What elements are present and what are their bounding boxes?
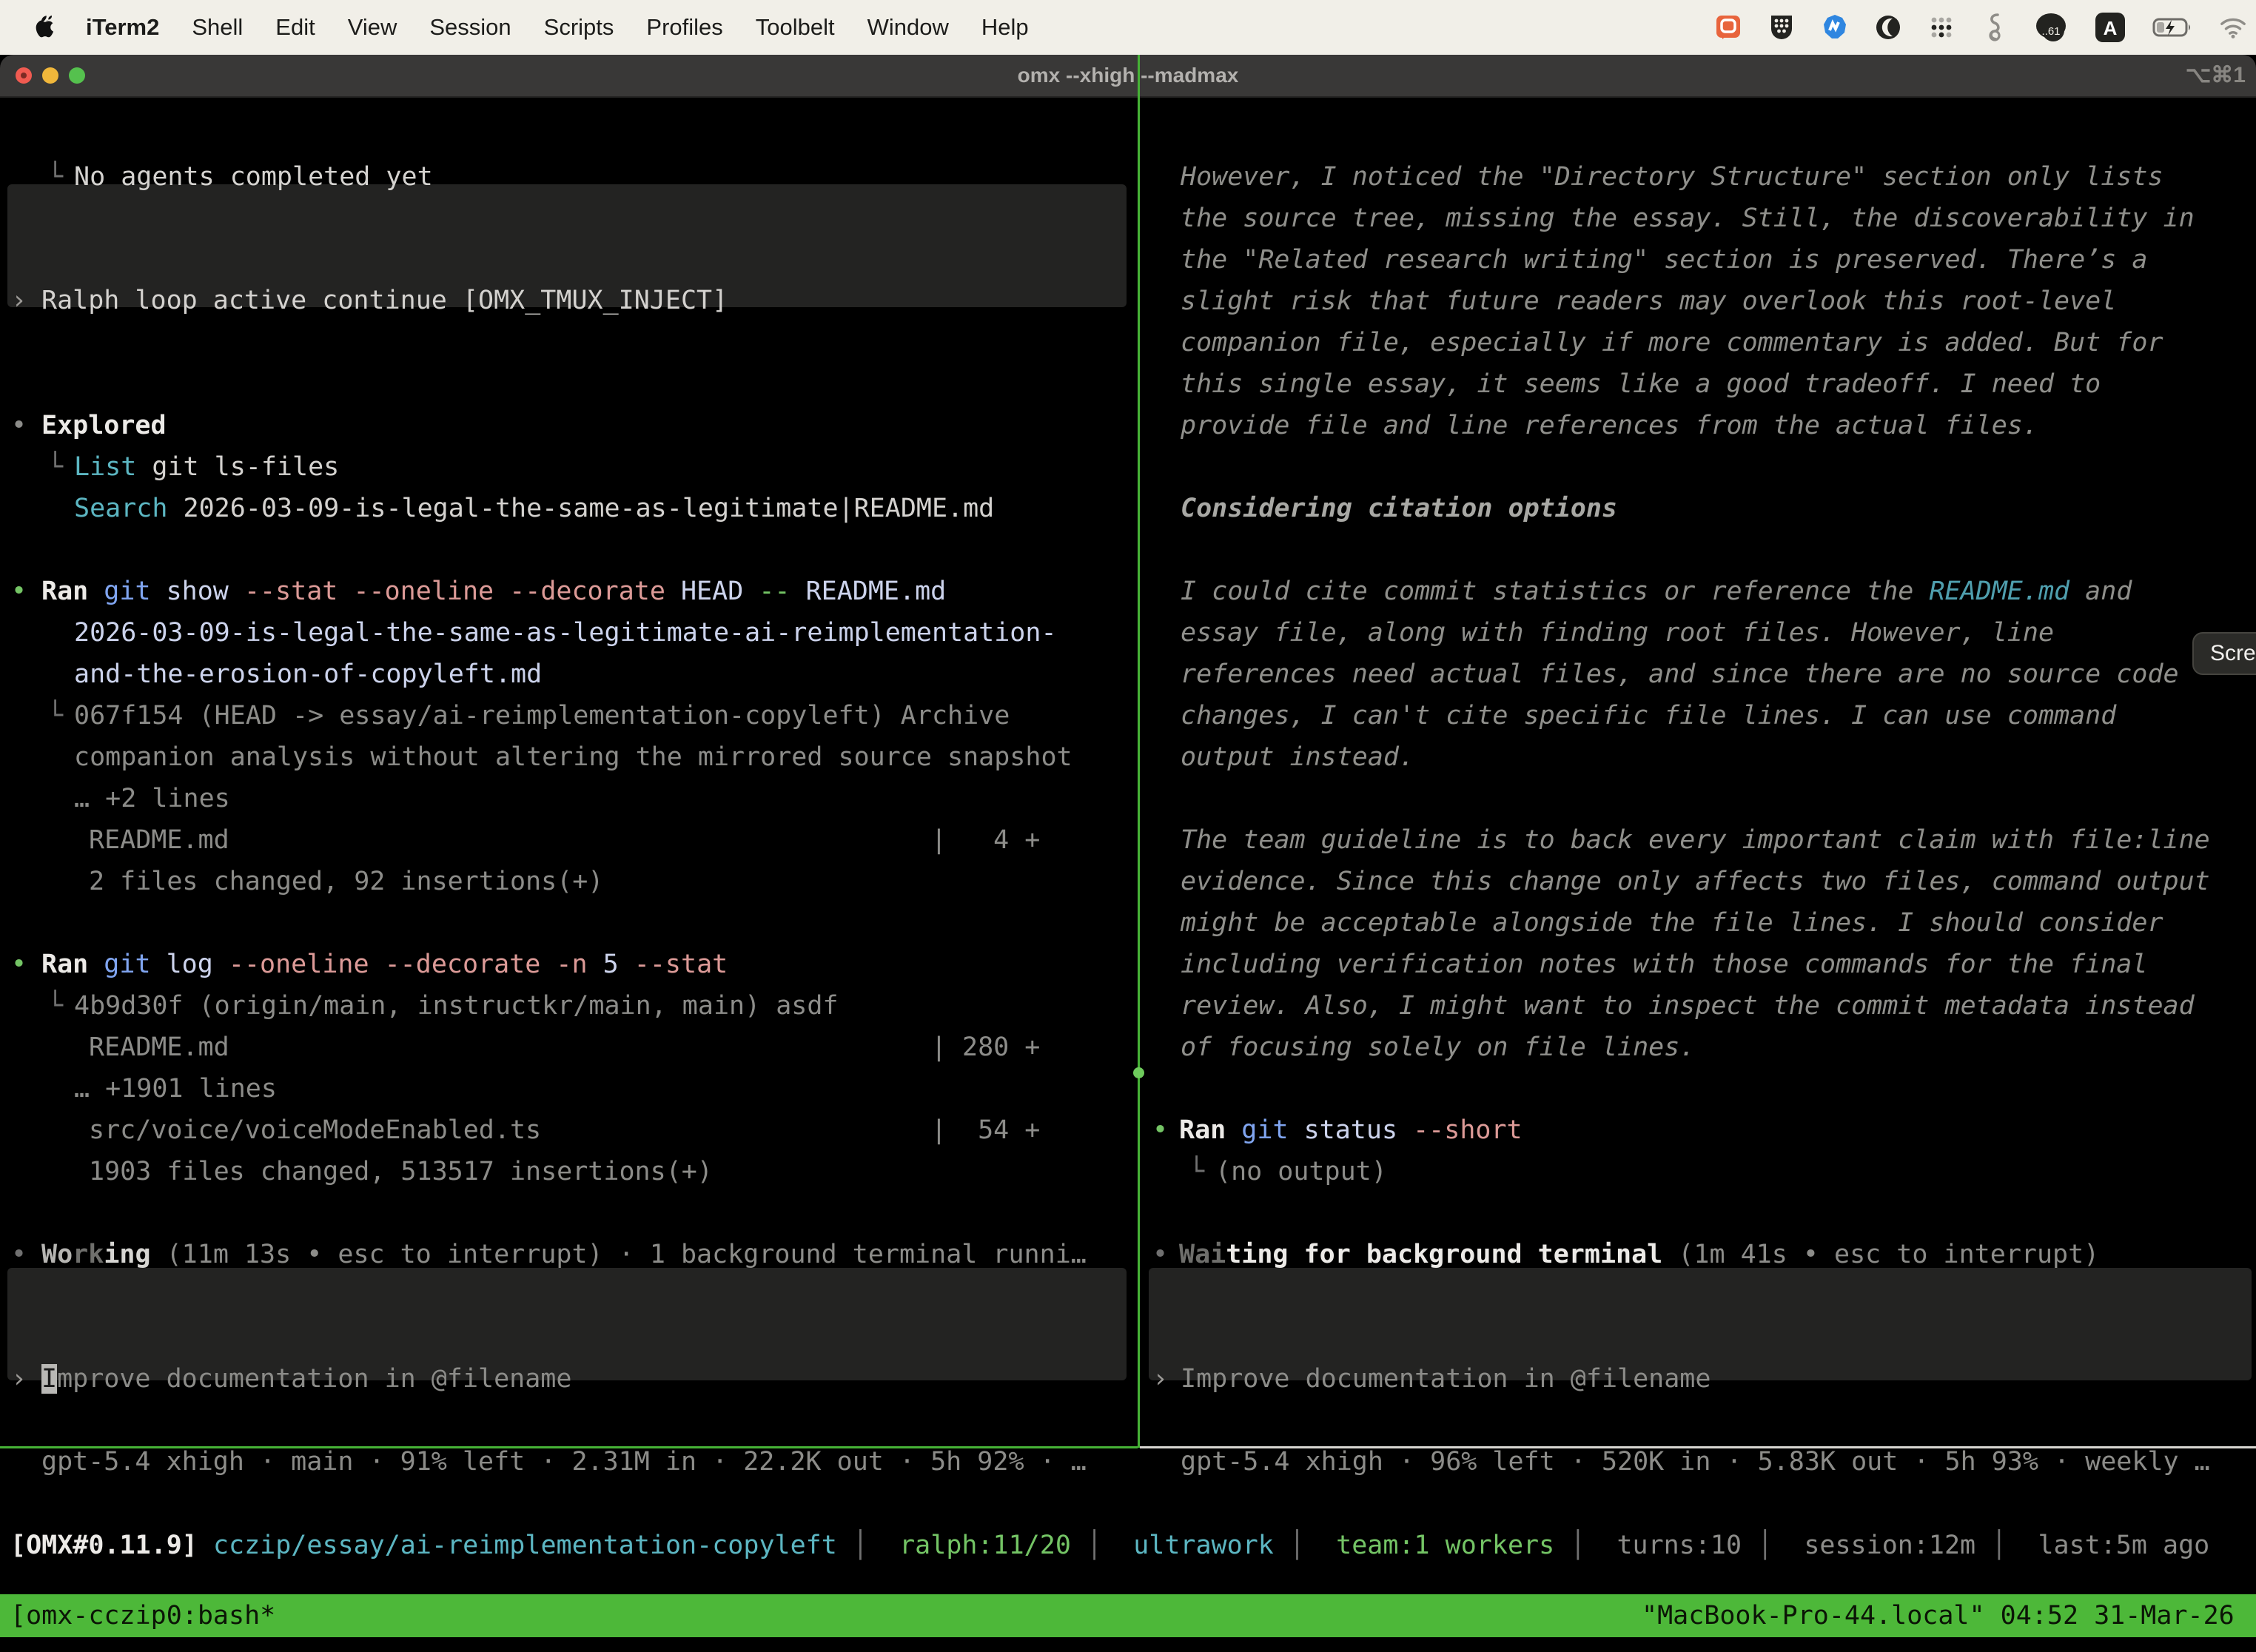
bullet-icon: • (1152, 1114, 1168, 1146)
menu-item-scripts[interactable]: Scripts (544, 14, 614, 41)
waiting-status-line: • Waiting for background terminal (1m 41s… (0, 1238, 2256, 1271)
command-output-line: └ (no output) (0, 1155, 2256, 1188)
screen-tooltip[interactable]: Scre (2192, 632, 2256, 675)
line-text: Ran git status --short (1179, 1114, 1523, 1146)
line-text: I could cite commit statistics or refere… (1181, 575, 2132, 608)
line-text: including verification notes with those … (1181, 948, 2147, 981)
reasoning-text: the "Related research writing" section i… (0, 244, 2256, 276)
line-text: the source tree, missing the essay. Stil… (1181, 202, 2195, 235)
letter-a-icon[interactable]: A (2093, 13, 2127, 41)
bullet-icon: • (1152, 1238, 1168, 1271)
menu-item-window[interactable]: Window (867, 14, 949, 41)
menu-item-profiles[interactable]: Profiles (646, 14, 722, 41)
line-text: "MacBook-Pro-44.local" 04:52 31-Mar-26 (1642, 1599, 2235, 1632)
chat-bubble-icon[interactable] (1714, 13, 1742, 41)
dots-grid-icon[interactable] (1927, 13, 1955, 41)
apple-menu-icon[interactable] (34, 14, 56, 41)
keypad-shield-icon[interactable] (1767, 13, 1796, 41)
line-text: evidence. Since this change only affects… (1181, 865, 2210, 898)
crescent-circle-icon[interactable] (1874, 13, 1902, 41)
reasoning-text: changes, I can't cite specific file line… (0, 699, 2256, 732)
line-text: Improve documentation in @filename (1181, 1363, 1711, 1395)
tree-connector-icon: └ (47, 451, 63, 483)
prompt-input-line[interactable]: › Improve documentation in @filename (0, 1363, 2256, 1395)
tmux-host-clock: "MacBook-Pro-44.local" 04:52 31-Mar-26 (0, 1599, 2256, 1632)
line-text: Considering citation options (1181, 492, 1617, 525)
macos-menu-bar: iTerm2 Shell Edit View Session Scripts P… (0, 0, 2256, 55)
line-text: provide file and line references from th… (1181, 409, 2038, 442)
elided-lines: … +1901 lines (0, 1072, 2256, 1105)
model-status-line: gpt-5.4 xhigh · 96% left · 520K in · 5.8… (0, 1446, 2256, 1478)
explored-list-line: └ List git ls-files (0, 451, 2256, 483)
reasoning-text: of focusing solely on file lines. (0, 1031, 2256, 1064)
reasoning-text: However, I noticed the "Directory Struct… (0, 161, 2256, 193)
reasoning-text: The team guideline is to back every impo… (0, 824, 2256, 856)
reasoning-text: I could cite commit statistics or refere… (0, 575, 2256, 608)
menu-item-iterm2[interactable]: iTerm2 (86, 14, 159, 41)
battery-icon[interactable] (2152, 13, 2194, 41)
reasoning-text: including verification notes with those … (0, 948, 2256, 981)
svg-text:A: A (2104, 17, 2118, 39)
reasoning-text: slight risk that future readers may over… (0, 285, 2256, 318)
menu-item-toolbelt[interactable]: Toolbelt (756, 14, 835, 41)
reasoning-text: output instead. (0, 741, 2256, 773)
line-text: slight risk that future readers may over… (1181, 285, 2116, 318)
menu-item-session[interactable]: Session (429, 14, 511, 41)
line-text: changes, I can't cite specific file line… (1181, 699, 2116, 732)
line-text: (no output) (1215, 1155, 1387, 1188)
line-text: gpt-5.4 xhigh · 96% left · 520K in · 5.8… (1181, 1446, 2210, 1478)
line-text: … +1901 lines (74, 1072, 277, 1105)
reasoning-text: references need actual files, and since … (0, 658, 2256, 691)
line-text: output instead. (1181, 741, 1414, 773)
line-text: However, I noticed the "Directory Struct… (1181, 161, 2163, 193)
line-text: this single essay, it seems like a good … (1181, 368, 2101, 400)
line-text: review. Also, I might want to inspect th… (1181, 990, 2195, 1022)
elided-lines: … +2 lines (0, 782, 2256, 815)
reasoning-text: essay file, along with finding root file… (0, 617, 2256, 649)
line-text: might be acceptable alongside the file l… (1181, 907, 2163, 939)
menu-items: iTerm2 Shell Edit View Session Scripts P… (86, 14, 1029, 41)
line-text: [OMX#0.11.9] cczip/essay/ai-reimplementa… (10, 1529, 2209, 1562)
terminal-content: └No agents completed yet›Ralph loop acti… (0, 55, 2256, 1652)
line-text: of focusing solely on file lines. (1181, 1031, 1695, 1064)
omx-status-line: [OMX#0.11.9] cczip/essay/ai-reimplementa… (0, 1529, 2256, 1562)
menu-item-shell[interactable]: Shell (192, 14, 243, 41)
line-text: The team guideline is to back every impo… (1181, 824, 2210, 856)
menu-item-edit[interactable]: Edit (275, 14, 315, 41)
svg-text:..61: ..61 (2041, 25, 2060, 38)
line-text: the "Related research writing" section i… (1181, 244, 2147, 276)
line-text: companion file, especially if more comme… (1181, 326, 2163, 359)
reasoning-text: companion file, especially if more comme… (0, 326, 2256, 359)
line-text: List git ls-files (74, 451, 339, 483)
menu-item-help[interactable]: Help (981, 14, 1029, 41)
wifi-icon[interactable] (2219, 13, 2247, 41)
ran-git-status-line: • Ran git status --short (0, 1114, 2256, 1146)
badge-61-icon[interactable]: ..61 (2034, 13, 2068, 41)
line-text: references need actual files, and since … (1181, 658, 2179, 691)
reasoning-text: review. Also, I might want to inspect th… (0, 990, 2256, 1022)
line-text: Waiting for background terminal (1m 41s … (1179, 1238, 2099, 1271)
squiggle-icon[interactable] (1981, 13, 2009, 41)
reasoning-heading: Considering citation options (0, 492, 2256, 525)
reasoning-text: evidence. Since this change only affects… (0, 865, 2256, 898)
shield-check-icon[interactable] (1821, 13, 1849, 41)
reasoning-text: the source tree, missing the essay. Stil… (0, 202, 2256, 235)
reasoning-text: might be acceptable alongside the file l… (0, 907, 2256, 939)
menu-item-view[interactable]: View (348, 14, 397, 41)
tree-connector-icon: └ (1189, 1155, 1204, 1188)
line-text: … +2 lines (74, 782, 230, 815)
prompt-arrow-icon: › (1152, 1363, 1168, 1395)
reasoning-text: provide file and line references from th… (0, 409, 2256, 442)
menu-status-icons: ..61 A (1714, 0, 2247, 55)
reasoning-text: this single essay, it seems like a good … (0, 368, 2256, 400)
line-text: essay file, along with finding root file… (1181, 617, 2054, 649)
